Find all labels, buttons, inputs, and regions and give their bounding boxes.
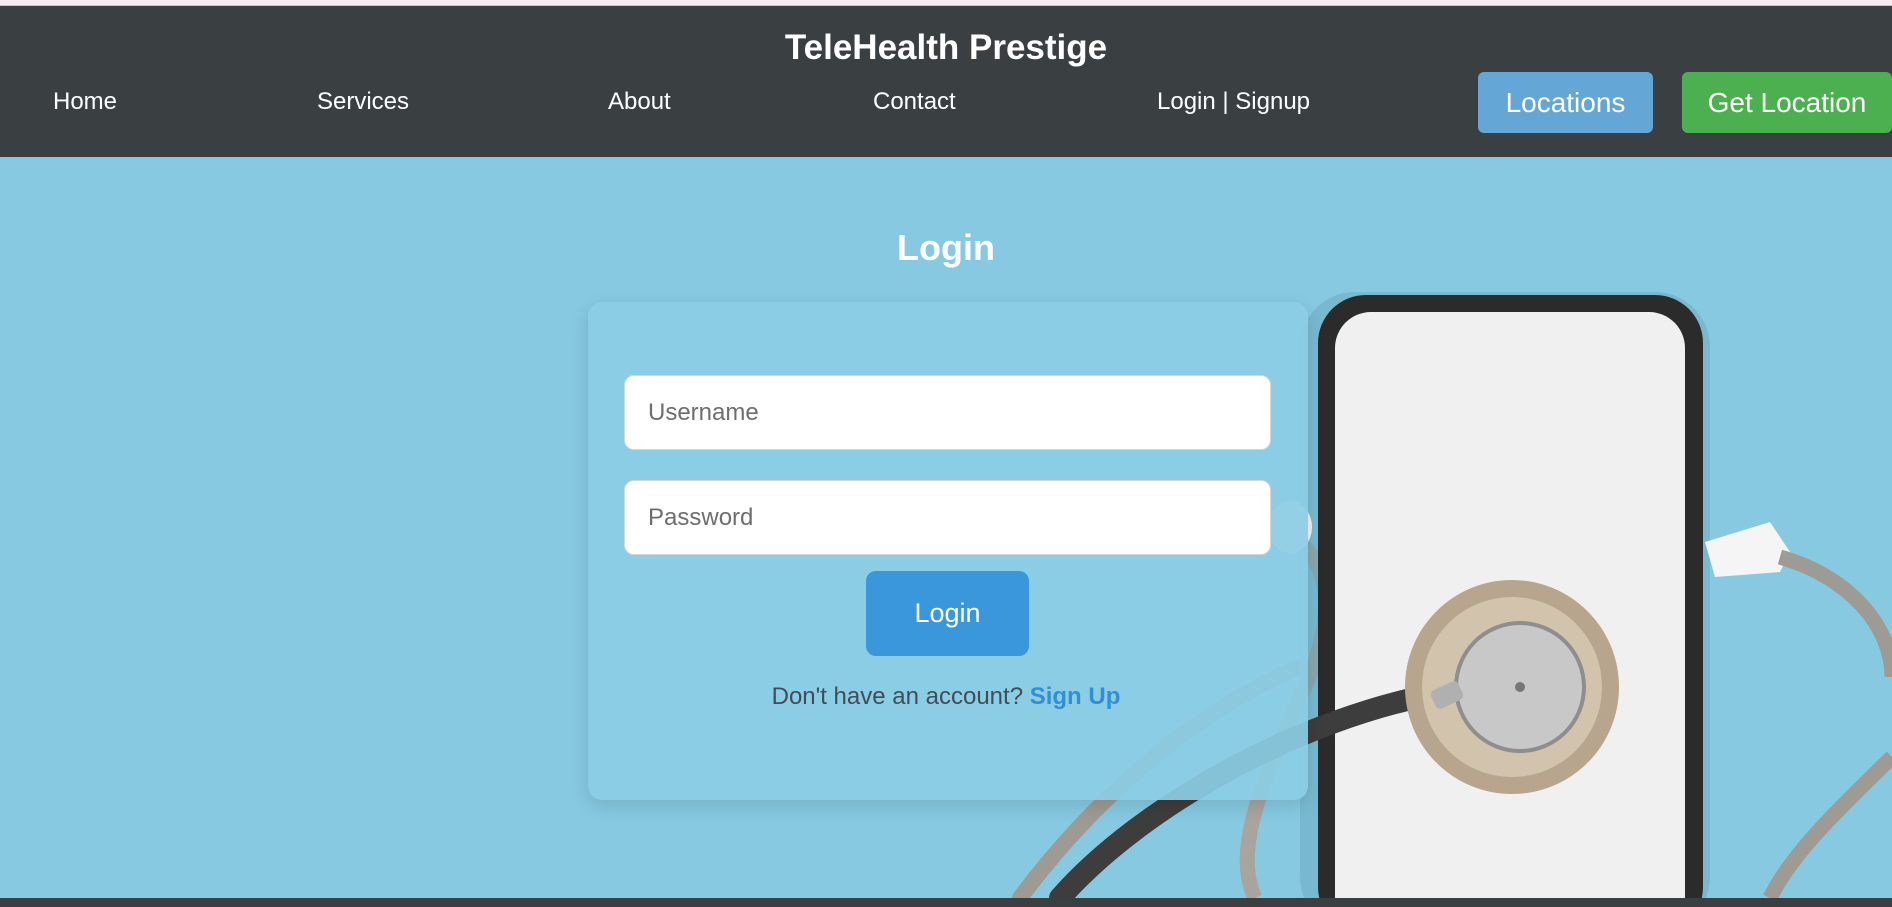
earpiece-right	[1705, 522, 1790, 577]
navbar: TeleHealth Prestige Home Services About …	[0, 6, 1892, 157]
login-button[interactable]: Login	[866, 571, 1029, 656]
nav-about-link[interactable]: About	[608, 88, 671, 116]
nav-login-signup-link[interactable]: Login | Signup	[1157, 88, 1310, 116]
login-title: Login	[897, 227, 995, 268]
site-title: TeleHealth Prestige	[784, 28, 1108, 67]
nav-home-link[interactable]: Home	[53, 88, 117, 116]
password-input[interactable]	[624, 480, 1271, 555]
username-input[interactable]	[624, 375, 1271, 450]
sign-up-link[interactable]: Sign Up	[1030, 683, 1121, 710]
footer-strip	[0, 898, 1892, 907]
nav-contact-link[interactable]: Contact	[873, 88, 956, 116]
locations-button[interactable]: Locations	[1478, 72, 1653, 133]
signup-prompt: Don't have an account? Sign Up	[0, 683, 1892, 711]
login-hero: Login Login Don't have an account? Sign …	[0, 157, 1892, 898]
no-account-text: Don't have an account?	[771, 683, 1024, 710]
get-location-button[interactable]: Get Location	[1682, 72, 1892, 133]
stethoscope-tube-right	[1777, 549, 1892, 678]
stethoscope-tube-right-lower	[1763, 751, 1892, 898]
nav-services-link[interactable]: Services	[317, 88, 409, 116]
